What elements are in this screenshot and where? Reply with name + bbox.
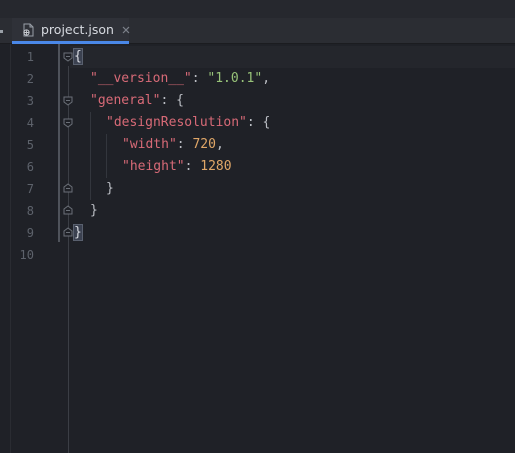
editor-window: project.json 1 2 3 4 5 6 7 8 9 10 {"__v… bbox=[0, 0, 515, 453]
fold-close-icon[interactable] bbox=[63, 205, 73, 215]
fold-close-icon[interactable] bbox=[63, 183, 73, 193]
json-key: "designResolution" bbox=[106, 115, 247, 130]
json-colon: : bbox=[160, 93, 177, 108]
fold-open-icon[interactable] bbox=[63, 118, 73, 128]
json-colon: : bbox=[184, 159, 201, 174]
json-comma: , bbox=[215, 137, 224, 152]
line-number[interactable]: 3 bbox=[10, 90, 34, 112]
tab-label: project.json bbox=[41, 22, 114, 37]
line-number[interactable]: 9 bbox=[10, 222, 34, 244]
json-brace: { bbox=[262, 115, 271, 130]
tab-bar: project.json bbox=[0, 18, 515, 44]
json-key: "general" bbox=[90, 93, 161, 108]
line-number[interactable]: 6 bbox=[10, 156, 34, 178]
indent-guide bbox=[90, 112, 91, 200]
json-string-value: "1.0.1" bbox=[207, 71, 263, 86]
line-number[interactable]: 7 bbox=[10, 178, 34, 200]
tab-project-json[interactable]: project.json bbox=[12, 18, 131, 44]
json-key: "height" bbox=[122, 159, 185, 174]
code-line-9[interactable]: } bbox=[73, 222, 83, 244]
code-line-8[interactable]: } bbox=[90, 200, 98, 222]
code-line-6[interactable]: "height": 1280 bbox=[122, 156, 232, 178]
code-line-5[interactable]: "width": 720, bbox=[122, 134, 224, 156]
code-line-2[interactable]: "__version__": "1.0.1", bbox=[90, 68, 270, 90]
line-number[interactable]: 2 bbox=[10, 68, 34, 90]
json-colon: : bbox=[176, 137, 193, 152]
json-number-value: 720 bbox=[192, 137, 216, 152]
line-number[interactable]: 4 bbox=[10, 112, 34, 134]
json-comma: , bbox=[262, 71, 271, 86]
matched-brace: } bbox=[73, 224, 83, 241]
fold-close-icon[interactable] bbox=[63, 227, 73, 237]
title-strip bbox=[0, 0, 515, 18]
line-number[interactable]: 10 bbox=[10, 244, 34, 266]
line-number[interactable]: 5 bbox=[10, 134, 34, 156]
code-line-1[interactable]: { bbox=[73, 46, 83, 68]
json-brace: } bbox=[90, 203, 98, 218]
code-line-4[interactable]: "designResolution": { bbox=[106, 112, 270, 134]
json-brace: } bbox=[106, 181, 114, 196]
indent-guide bbox=[106, 134, 107, 178]
current-line-highlight bbox=[70, 46, 515, 68]
json-colon: : bbox=[191, 71, 208, 86]
code-line-7[interactable]: } bbox=[106, 178, 114, 200]
caret-scope-bar bbox=[58, 44, 60, 242]
code-line-3[interactable]: "general": { bbox=[90, 90, 184, 112]
fold-open-icon[interactable] bbox=[63, 52, 73, 62]
json-key: "__version__" bbox=[90, 71, 192, 86]
matched-brace: { bbox=[73, 48, 83, 65]
json-number-value: 1280 bbox=[200, 159, 232, 174]
json-brace: { bbox=[176, 93, 184, 108]
line-number[interactable]: 8 bbox=[10, 200, 34, 222]
json-colon: : bbox=[246, 115, 263, 130]
json-key: "width" bbox=[122, 137, 177, 152]
line-number[interactable]: 1 bbox=[10, 46, 34, 68]
close-icon[interactable] bbox=[121, 25, 131, 35]
tab-scroll-marker bbox=[0, 30, 3, 33]
fold-open-icon[interactable] bbox=[63, 96, 73, 106]
json-file-icon bbox=[21, 23, 35, 37]
